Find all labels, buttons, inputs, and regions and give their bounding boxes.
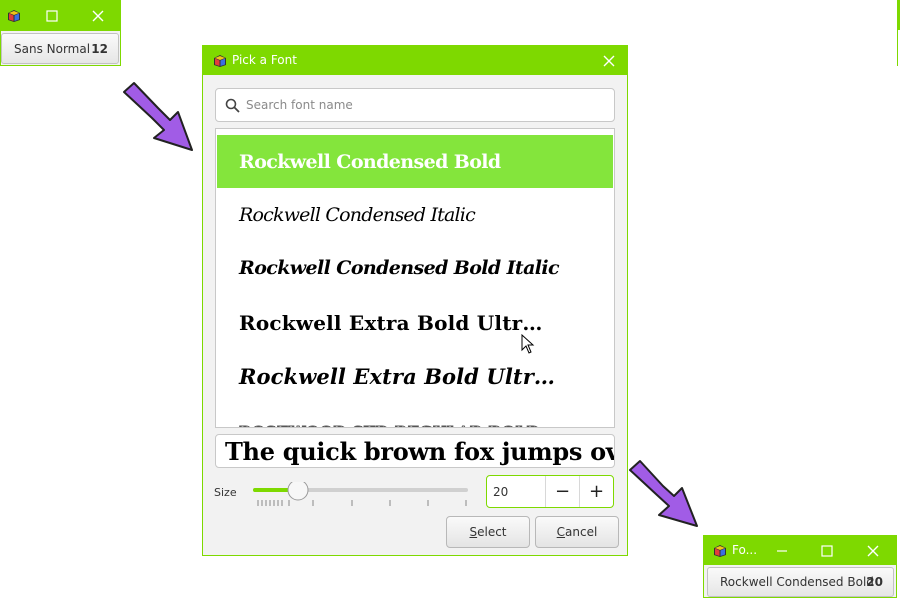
- font-list-item[interactable]: ROSEWOOD STD REGULAR BOLD: [217, 405, 613, 427]
- slider-handle[interactable]: [287, 482, 309, 501]
- font-button-window: Fo... Rockwell Condensed Bold 20: [703, 535, 897, 598]
- mouse-pointer-icon: [521, 334, 535, 354]
- font-list-item[interactable]: Rockwell Condensed Bold Italic: [217, 241, 613, 294]
- font-button[interactable]: Sans Normal 12: [1, 33, 119, 64]
- minimize-button[interactable]: [760, 536, 804, 565]
- close-button[interactable]: [591, 46, 627, 75]
- font-list-item[interactable]: Rockwell Extra Bold Ultr…: [217, 350, 613, 403]
- app-cube-icon: [8, 10, 20, 22]
- curved-arrow-icon: [123, 82, 193, 151]
- font-button-window: Sans Normal 12: [0, 0, 121, 66]
- font-button-name: Rockwell Condensed Bold: [720, 575, 874, 589]
- select-mnemonic: S: [469, 525, 478, 539]
- maximize-button[interactable]: [30, 1, 74, 31]
- maximize-button[interactable]: [805, 536, 849, 565]
- size-stepper[interactable]: − +: [486, 475, 614, 508]
- increment-button[interactable]: +: [579, 476, 613, 507]
- maximize-icon: [46, 10, 58, 22]
- size-input[interactable]: [493, 484, 541, 500]
- close-button[interactable]: [76, 1, 120, 31]
- search-input[interactable]: [244, 95, 604, 115]
- font-button-size: 20: [866, 575, 883, 589]
- select-label: elect: [477, 525, 507, 539]
- close-icon: [603, 55, 615, 66]
- slider-ticks: [257, 500, 467, 506]
- font-button[interactable]: Rockwell Condensed Bold 20: [707, 567, 894, 597]
- cancel-mnemonic: C: [556, 525, 566, 539]
- size-slider[interactable]: [253, 482, 468, 510]
- minimize-icon: [777, 549, 787, 552]
- font-list[interactable]: Rockwell Condensed Bold Rockwell Condens…: [215, 128, 615, 428]
- font-button-name: Sans Normal: [14, 41, 91, 56]
- close-icon: [92, 10, 104, 22]
- dialog-title: Pick a Font: [232, 53, 297, 67]
- size-label: Size: [214, 486, 237, 499]
- search-icon: [225, 98, 240, 113]
- curved-arrow-icon: [629, 460, 698, 527]
- preview-text[interactable]: The quick brown fox jumps over th: [215, 434, 615, 468]
- title-bar: [1, 1, 120, 31]
- title-bar: Fo...: [704, 536, 896, 565]
- app-cube-icon: [714, 545, 726, 557]
- close-icon: [867, 545, 879, 556]
- title-bar: Pick a Font: [203, 46, 627, 75]
- select-button[interactable]: Select: [446, 516, 530, 548]
- font-list-item[interactable]: Rockwell Condensed Bold: [217, 135, 613, 188]
- cancel-button[interactable]: Cancel: [535, 516, 619, 548]
- app-cube-icon: [214, 55, 226, 67]
- font-list-item[interactable]: Rockwell Condensed Italic: [217, 188, 613, 241]
- pick-font-dialog: Pick a Font Rockwell Condensed Bold Rock…: [202, 45, 628, 556]
- font-list-item[interactable]: Rockwell Extra Bold Ultr…: [217, 296, 613, 349]
- font-button-size: 12: [91, 41, 108, 56]
- cancel-label: ancel: [565, 525, 598, 539]
- maximize-icon: [821, 544, 833, 557]
- window-title: Fo...: [732, 543, 758, 557]
- close-button[interactable]: [851, 536, 895, 565]
- search-box[interactable]: [215, 88, 615, 122]
- decrement-button[interactable]: −: [545, 476, 579, 507]
